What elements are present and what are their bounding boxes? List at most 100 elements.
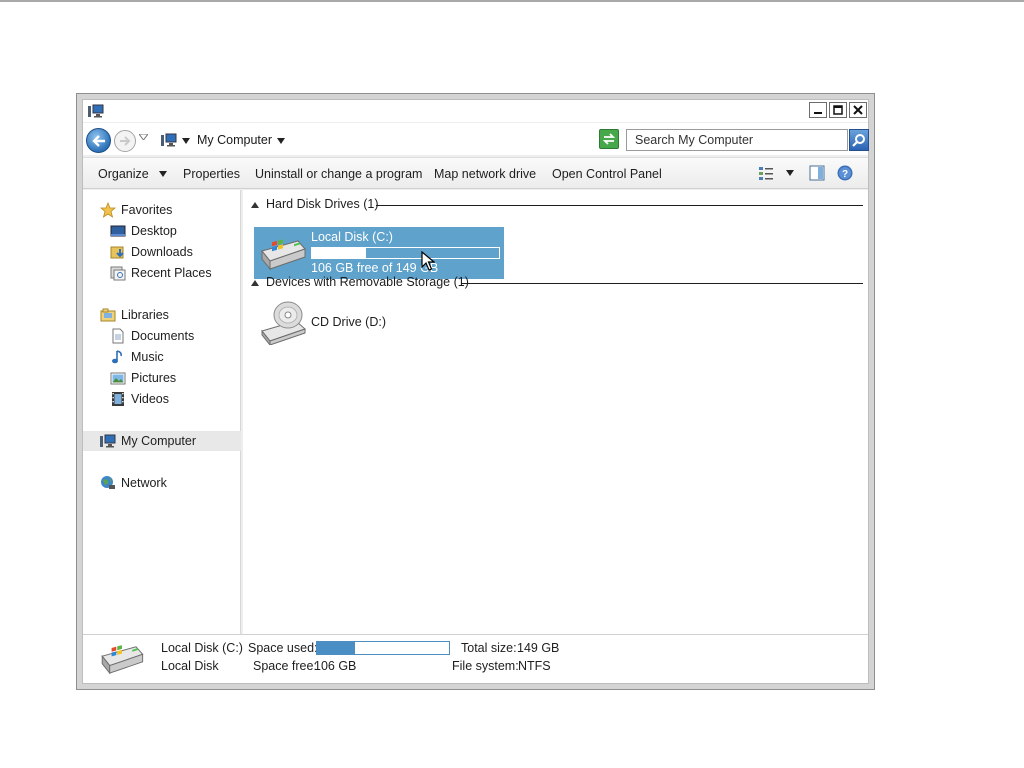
search-box[interactable] bbox=[626, 129, 848, 151]
breadcrumb-separator-icon[interactable] bbox=[182, 137, 190, 145]
back-arrow-icon bbox=[91, 134, 105, 147]
group-divider bbox=[461, 283, 863, 284]
svg-text:?: ? bbox=[842, 169, 848, 180]
details-name: Local Disk (C:) bbox=[161, 641, 243, 655]
file-system-value: NTFS bbox=[518, 659, 551, 673]
documents-icon bbox=[112, 328, 124, 344]
address-bar[interactable]: My Computer bbox=[158, 129, 664, 151]
help-icon[interactable]: ? bbox=[837, 165, 853, 181]
music-icon bbox=[112, 350, 122, 364]
drive-usage-bar-free bbox=[312, 248, 366, 258]
address-row: My Computer bbox=[83, 123, 869, 155]
drive-tile-local-disk-c[interactable]: Local Disk (C:) 106 GB free of 149 GB bbox=[254, 227, 504, 279]
group-header-hard-disk-drives[interactable]: Hard Disk Drives (1) bbox=[251, 197, 863, 213]
view-dropdown-icon[interactable] bbox=[786, 170, 794, 176]
nav-desktop-label: Desktop bbox=[131, 224, 177, 238]
videos-icon bbox=[112, 392, 124, 406]
screen-top-border bbox=[0, 0, 1024, 2]
drive-tile-cd-drive-d[interactable]: CD Drive (D:) bbox=[254, 301, 454, 353]
nav-recent-places-label: Recent Places bbox=[131, 266, 212, 280]
computer-icon bbox=[161, 133, 177, 147]
favorites-star-icon bbox=[100, 202, 116, 218]
minimize-icon bbox=[814, 112, 822, 114]
space-used-bar-fill bbox=[317, 642, 355, 654]
organize-button[interactable]: Organize bbox=[98, 167, 168, 181]
cd-drive-icon bbox=[261, 301, 306, 345]
drive-usage-bar bbox=[311, 247, 500, 259]
view-options-icon[interactable] bbox=[758, 165, 774, 181]
back-button[interactable] bbox=[86, 128, 111, 153]
command-bar: Organize Properties Uninstall or change … bbox=[83, 157, 868, 189]
libraries-icon bbox=[100, 308, 116, 322]
forward-button[interactable] bbox=[114, 130, 136, 152]
nav-videos[interactable]: Videos bbox=[83, 389, 241, 409]
drive-name: Local Disk (C:) bbox=[311, 230, 393, 244]
minimize-button[interactable] bbox=[809, 102, 827, 118]
downloads-icon bbox=[110, 246, 124, 259]
search-icon bbox=[852, 134, 865, 147]
nav-libraries[interactable]: Libraries bbox=[83, 305, 241, 325]
details-type: Local Disk bbox=[161, 659, 219, 673]
recent-places-icon bbox=[110, 266, 126, 281]
close-button[interactable] bbox=[849, 102, 867, 118]
chevron-down-icon[interactable] bbox=[277, 137, 285, 145]
nav-recent-places[interactable]: Recent Places bbox=[83, 263, 241, 283]
nav-libraries-label: Libraries bbox=[121, 308, 169, 322]
nav-music[interactable]: Music bbox=[83, 347, 241, 367]
preview-pane-icon[interactable] bbox=[809, 165, 825, 181]
pictures-icon bbox=[110, 372, 126, 385]
collapse-triangle-icon[interactable] bbox=[251, 202, 259, 208]
nav-documents[interactable]: Documents bbox=[83, 326, 241, 346]
content-pane: Hard Disk Drives (1) Local Disk (C:) 106… bbox=[243, 190, 868, 636]
nav-downloads[interactable]: Downloads bbox=[83, 242, 241, 262]
navigation-pane: Favorites Desktop Downloads Recent Place… bbox=[83, 190, 241, 636]
hard-drive-icon bbox=[101, 645, 144, 675]
close-icon bbox=[853, 105, 863, 115]
computer-icon bbox=[88, 104, 104, 118]
chevron-down-icon bbox=[159, 171, 168, 177]
properties-button[interactable]: Properties bbox=[183, 167, 240, 181]
nav-pictures-label: Pictures bbox=[131, 371, 177, 385]
computer-icon bbox=[100, 434, 116, 448]
group-header-removable-storage[interactable]: Devices with Removable Storage (1) bbox=[251, 275, 863, 291]
nav-music-label: Music bbox=[131, 350, 164, 364]
nav-favorites[interactable]: Favorites bbox=[83, 200, 241, 220]
desktop-icon bbox=[110, 225, 126, 237]
nav-documents-label: Documents bbox=[131, 329, 195, 343]
open-control-panel-button[interactable]: Open Control Panel bbox=[552, 167, 662, 181]
network-globe-icon bbox=[101, 476, 115, 489]
search-input[interactable] bbox=[627, 130, 847, 150]
drive-name: CD Drive (D:) bbox=[311, 315, 386, 329]
nav-desktop[interactable]: Desktop bbox=[83, 221, 241, 241]
collapse-triangle-icon[interactable] bbox=[251, 280, 259, 286]
group-header-label: Hard Disk Drives (1) bbox=[266, 197, 379, 211]
nav-my-computer[interactable]: My Computer bbox=[83, 431, 241, 451]
map-network-drive-button[interactable]: Map network drive bbox=[434, 167, 536, 181]
forward-arrow-icon bbox=[120, 136, 131, 146]
title-bar[interactable] bbox=[83, 100, 868, 122]
details-pane: Local Disk (C:) Local Disk Space used: S… bbox=[83, 634, 868, 683]
nav-network-label: Network bbox=[121, 476, 167, 490]
total-size-value: 149 GB bbox=[517, 641, 560, 655]
hard-drive-icon bbox=[261, 239, 306, 271]
organize-label: Organize bbox=[98, 167, 149, 181]
space-used-label: Space used: bbox=[248, 641, 318, 655]
search-button[interactable] bbox=[849, 129, 869, 151]
window-frame: My Computer Organize Properties Uninstal… bbox=[82, 99, 869, 684]
space-used-bar bbox=[316, 641, 450, 655]
space-free-value: 106 GB bbox=[314, 659, 357, 673]
refresh-icon bbox=[602, 133, 616, 145]
refresh-button[interactable] bbox=[599, 129, 619, 149]
total-size-label: Total size: bbox=[461, 641, 517, 655]
nav-network[interactable]: Network bbox=[83, 473, 241, 493]
space-free-label: Space free: bbox=[253, 659, 317, 673]
maximize-button[interactable] bbox=[829, 102, 847, 118]
breadcrumb-location[interactable]: My Computer bbox=[197, 133, 272, 147]
maximize-icon bbox=[833, 105, 843, 115]
nav-pictures[interactable]: Pictures bbox=[83, 368, 241, 388]
mouse-pointer-icon bbox=[421, 251, 435, 271]
nav-downloads-label: Downloads bbox=[131, 245, 193, 259]
nav-videos-label: Videos bbox=[131, 392, 169, 406]
uninstall-program-button[interactable]: Uninstall or change a program bbox=[255, 167, 422, 181]
recent-pages-dropdown-icon[interactable] bbox=[139, 134, 148, 140]
